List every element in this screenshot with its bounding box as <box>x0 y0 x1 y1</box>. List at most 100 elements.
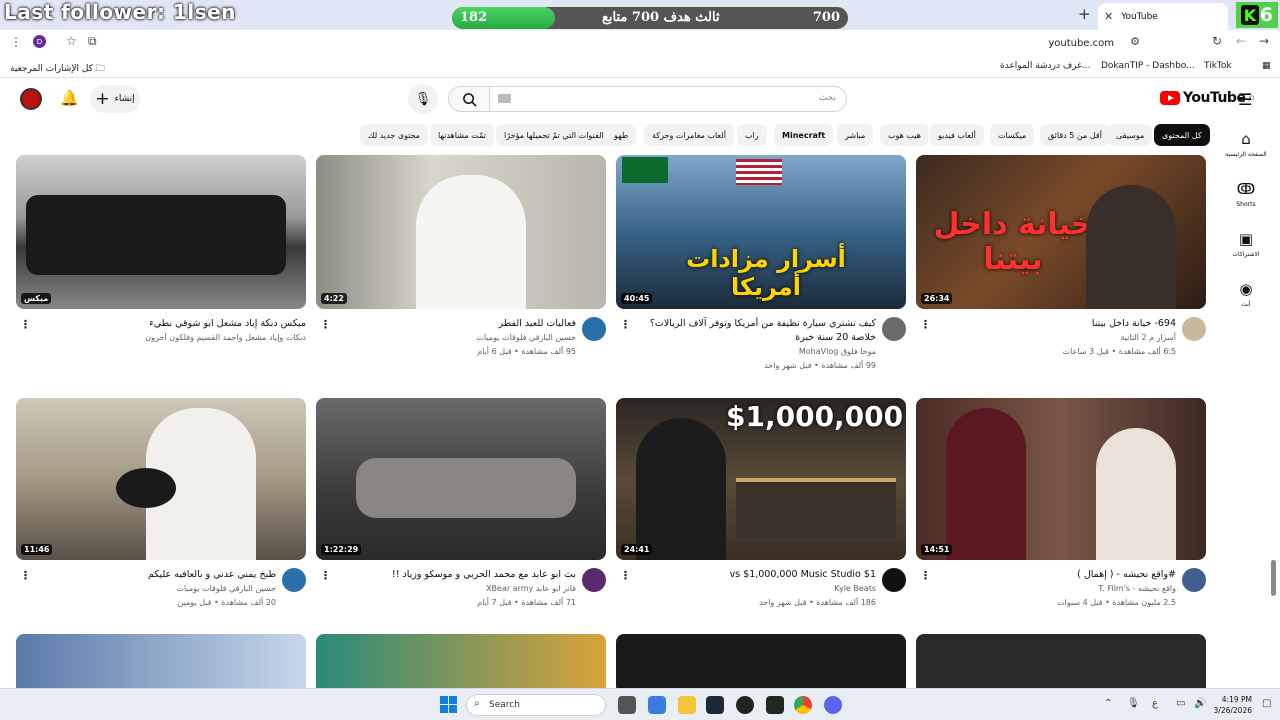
video-title[interactable]: ميكس دبكة إياد مشعل ابو شوقي بطيء <box>21 317 306 331</box>
notifications-bell-icon[interactable]: 🔔 <box>60 89 79 107</box>
close-icon[interactable]: ✕ <box>1104 10 1113 23</box>
bookmark-dokantip[interactable]: DokanTIP - Dashbo... <box>1101 61 1195 71</box>
keyboard-icon[interactable] <box>498 94 511 103</box>
channel-avatar[interactable] <box>282 568 306 592</box>
language-indicator[interactable]: ع <box>1152 698 1158 709</box>
chip-mixes[interactable]: ميكسات <box>990 124 1035 146</box>
channel-avatar[interactable] <box>1182 317 1206 341</box>
more-actions-icon[interactable]: ⋮ <box>320 318 331 331</box>
bookmark-star-icon[interactable]: ☆ <box>66 34 77 48</box>
apps-grid-icon[interactable]: ▦ <box>1262 61 1271 71</box>
more-actions-icon[interactable]: ⋮ <box>920 318 931 331</box>
guide-menu-icon[interactable]: ☰ <box>1238 90 1252 109</box>
bookmark-tiktok[interactable]: TikTok <box>1204 61 1232 71</box>
discord-icon[interactable] <box>824 696 842 714</box>
video-title[interactable]: #واقع نحيشه - ( إهمال ) <box>931 568 1176 582</box>
chip-gaming[interactable]: ألعاب فيديو <box>930 124 984 146</box>
obs-icon[interactable] <box>736 696 754 714</box>
account-avatar[interactable] <box>20 88 42 110</box>
chip-under-5[interactable]: أقل من 5 دقائق <box>1040 124 1110 146</box>
chip-recent-uploads[interactable]: الفنوات التي تمّ تحميلها مؤخرًا <box>496 124 612 146</box>
chrome-icon[interactable] <box>794 696 812 714</box>
video-title[interactable]: فعاليات للعيد الفطر <box>331 317 576 331</box>
create-button[interactable]: + إنشاء <box>90 85 140 113</box>
video-title[interactable]: 694- خيانة داخل بيتنا <box>931 317 1176 331</box>
file-explorer-icon[interactable] <box>678 696 696 714</box>
nav-home[interactable]: ⌂ الصفحة الرئيسية <box>1222 130 1270 158</box>
channel-avatar[interactable] <box>582 568 606 592</box>
tray-overflow-icon[interactable]: ⌃ <box>1104 698 1112 709</box>
video-thumbnail[interactable]: ميكس <box>16 155 306 309</box>
tab-youtube[interactable]: ✕ YouTube <box>1098 3 1228 30</box>
install-app-icon[interactable]: ⧉ <box>88 34 97 49</box>
channel-name[interactable]: موحا فلوق MohaVlog <box>631 347 876 356</box>
channel-name[interactable]: دبكات وإياد مشعل واحمد القسيم وفلكون آخر… <box>21 333 306 342</box>
notifications-icon[interactable]: ▢ <box>1262 698 1271 709</box>
chip-hiphop[interactable]: هيب هوب <box>880 124 929 146</box>
channel-name[interactable]: فانز ابو عابد XBear army <box>331 584 576 593</box>
bookmark-all[interactable]: كل الإشارات المرجعية 🗀 <box>10 61 105 77</box>
chip-all[interactable]: كل المحتوى <box>1154 124 1210 146</box>
video-thumbnail[interactable] <box>616 634 906 688</box>
nav-subscriptions[interactable]: ▣ الاشتراكات <box>1222 230 1270 258</box>
task-view-icon[interactable] <box>618 696 636 714</box>
terminal-app-icon[interactable] <box>766 696 784 714</box>
site-settings-icon[interactable]: ⚙ <box>1130 35 1140 48</box>
more-actions-icon[interactable]: ⋮ <box>20 569 31 582</box>
video-title[interactable]: كيف تشتري سيارة نظيفة من أمريكا وتوفر آل… <box>631 317 876 345</box>
new-tab-icon[interactable]: + <box>1078 5 1091 23</box>
mic-tray-icon[interactable]: 🎙 <box>1127 698 1140 709</box>
page-scrollbar[interactable] <box>1271 560 1276 596</box>
chip-music[interactable]: موسيقى <box>1108 124 1153 146</box>
channel-name[interactable]: أسرار م 2 الثانية <box>931 333 1176 342</box>
chip-new-to-you[interactable]: محتوى جديد لك <box>360 124 429 146</box>
taskbar-search[interactable]: ⌕ Search <box>466 694 606 716</box>
chip-live[interactable]: مباشر <box>837 124 874 146</box>
video-thumbnail[interactable] <box>16 634 306 688</box>
chip-rap[interactable]: راب <box>737 124 767 146</box>
steam-icon[interactable] <box>706 696 724 714</box>
channel-avatar[interactable] <box>1182 568 1206 592</box>
forward-icon[interactable]: ← <box>1236 34 1246 48</box>
video-title[interactable]: $1 vs $1,000,000 Music Studio <box>631 568 876 582</box>
video-thumbnail[interactable] <box>916 634 1206 688</box>
network-icon[interactable]: ▭ <box>1176 698 1185 709</box>
search-button[interactable] <box>448 86 490 112</box>
taskbar-clock[interactable]: 4:19 PM 3/26/2026 <box>1212 694 1252 716</box>
chip-minecraft[interactable]: Minecraft <box>774 124 834 146</box>
profile-avatar[interactable]: D <box>33 35 46 48</box>
video-thumbnail[interactable]: خيانة داخل بيتنا 26:34 <box>916 155 1206 309</box>
more-actions-icon[interactable]: ⋮ <box>20 318 31 331</box>
channel-name[interactable]: واقع نحيشه - T. Film's <box>931 584 1176 593</box>
channel-avatar[interactable] <box>882 317 906 341</box>
video-thumbnail[interactable]: 1:22:29 <box>316 398 606 560</box>
chip-watched[interactable]: تمّت مشاهدتها <box>430 124 494 146</box>
video-title[interactable]: طبخ يمني عدني و بالعافيه عليكم <box>31 568 276 582</box>
bookmark-dating[interactable]: غرف دردشة المواعدة... <box>1000 61 1090 71</box>
more-actions-icon[interactable]: ⋮ <box>920 569 931 582</box>
menu-dots-icon[interactable]: ⋮ <box>10 35 22 49</box>
volume-icon[interactable]: 🔊 <box>1194 698 1206 709</box>
windows-start-icon[interactable] <box>440 696 457 713</box>
more-actions-icon[interactable]: ⋮ <box>320 569 331 582</box>
channel-name[interactable]: حسين البارقي فلوقات يوميات <box>331 333 576 342</box>
nav-shorts[interactable]: ↂ Shorts <box>1222 180 1270 208</box>
reload-icon[interactable]: ↻ <box>1212 34 1222 48</box>
channel-name[interactable]: Kyle Beats <box>631 584 876 593</box>
video-thumbnail[interactable] <box>316 634 606 688</box>
copilot-icon[interactable] <box>648 696 666 714</box>
chip-action-adventure[interactable]: ألعاب مغامرات وحركة <box>644 124 734 146</box>
channel-avatar[interactable] <box>582 317 606 341</box>
nav-you[interactable]: ◉ أنت <box>1222 280 1270 308</box>
more-actions-icon[interactable]: ⋮ <box>620 569 631 582</box>
video-title[interactable]: بث ابو عابد مع محمد الحربي و موسكو وزياد… <box>331 568 576 582</box>
voice-search-mic-icon[interactable]: 🎙 <box>408 84 438 114</box>
channel-avatar[interactable] <box>882 568 906 592</box>
video-thumbnail[interactable]: 14:51 <box>916 398 1206 560</box>
video-thumbnail[interactable]: $1,000,000 24:41 <box>616 398 906 560</box>
omnibox[interactable]: youtube.com ⚙ <box>110 32 1206 54</box>
video-thumbnail[interactable]: 4:22 <box>316 155 606 309</box>
search-input[interactable]: بحث <box>489 86 847 112</box>
channel-name[interactable]: حسين البارقي فلوقات يوميات <box>31 584 276 593</box>
back-icon[interactable]: → <box>1259 34 1269 48</box>
